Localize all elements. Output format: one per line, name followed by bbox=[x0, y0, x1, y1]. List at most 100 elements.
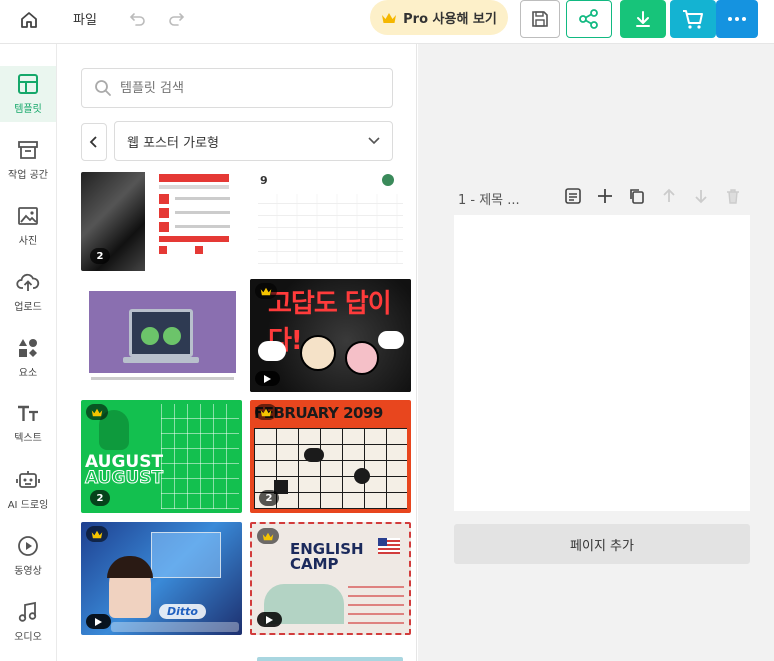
sidebar-item-audio[interactable]: 오디오 bbox=[0, 594, 56, 650]
video-badge bbox=[257, 612, 282, 627]
duplicate-page-button[interactable] bbox=[628, 187, 646, 209]
crown-icon bbox=[382, 12, 397, 23]
arrow-up-icon bbox=[663, 188, 675, 202]
template-headline: ENGLISH CAMP bbox=[290, 540, 364, 573]
template-search[interactable] bbox=[81, 68, 393, 108]
video-badge bbox=[86, 614, 111, 629]
redo-button[interactable] bbox=[166, 8, 186, 32]
share-icon bbox=[579, 9, 598, 29]
side-navigation: 템플릿 작업 공간 사진 업로드 요소 텍스트 AI 드로잉 동영상 오디오 bbox=[0, 44, 57, 661]
sidebar-item-label: 텍스트 bbox=[14, 433, 42, 444]
template-window bbox=[151, 532, 221, 578]
page-note-button[interactable] bbox=[564, 187, 582, 209]
add-page-icon-button[interactable] bbox=[596, 187, 614, 209]
music-note-icon bbox=[18, 601, 37, 622]
try-pro-label: Pro 사용해 보기 bbox=[403, 12, 497, 27]
download-icon bbox=[636, 11, 650, 27]
sidebar-item-workspace[interactable]: 작업 공간 bbox=[0, 132, 56, 188]
template-card[interactable]: AUGUST AUGUST 2 bbox=[81, 400, 242, 513]
move-page-up-button[interactable] bbox=[660, 187, 678, 209]
archive-icon bbox=[18, 141, 38, 159]
more-options-button[interactable] bbox=[716, 0, 758, 38]
sidebar-item-label: 요소 bbox=[18, 368, 38, 379]
template-headline: Ditto bbox=[159, 604, 206, 619]
sidebar-item-video[interactable]: 동영상 bbox=[0, 528, 56, 584]
template-card[interactable]: ENGLISH CAMP bbox=[250, 522, 411, 635]
cart-button[interactable] bbox=[670, 0, 716, 38]
crown-icon bbox=[260, 408, 272, 416]
download-button[interactable] bbox=[620, 0, 666, 38]
home-button[interactable] bbox=[16, 7, 42, 33]
undo-icon bbox=[129, 13, 145, 26]
home-icon bbox=[21, 12, 37, 28]
move-page-down-button[interactable] bbox=[692, 187, 710, 209]
sidebar-item-upload[interactable]: 업로드 bbox=[0, 264, 56, 320]
video-badge bbox=[255, 371, 280, 386]
sidebar-item-label: 오디오 bbox=[14, 632, 42, 643]
arrow-down-icon bbox=[695, 190, 707, 204]
save-button[interactable] bbox=[520, 0, 560, 38]
try-pro-button[interactable]: Pro 사용해 보기 bbox=[370, 0, 508, 35]
sidebar-item-label: 업로드 bbox=[14, 302, 42, 313]
template-price-list bbox=[145, 172, 242, 271]
template-card[interactable]: 고답도 답이다! bbox=[250, 279, 411, 392]
crown-icon bbox=[91, 408, 103, 416]
crown-icon bbox=[260, 287, 272, 295]
redo-icon bbox=[169, 13, 185, 26]
chevron-down-icon bbox=[368, 137, 380, 145]
add-page-button[interactable]: 페이지 추가 bbox=[454, 524, 750, 564]
template-plant-image bbox=[382, 174, 394, 186]
upload-cloud-icon bbox=[16, 273, 40, 291]
premium-badge bbox=[86, 404, 108, 420]
plus-icon bbox=[598, 189, 612, 203]
delete-page-button[interactable] bbox=[724, 187, 742, 209]
template-icon bbox=[18, 74, 38, 94]
template-panel: 웹 포스터 가로형 2 9 bbox=[57, 44, 417, 661]
template-card[interactable] bbox=[81, 656, 242, 661]
sidebar-item-text[interactable]: 텍스트 bbox=[0, 396, 56, 452]
copy-icon bbox=[630, 189, 644, 204]
play-icon bbox=[264, 374, 271, 383]
sidebar-item-label: 사진 bbox=[18, 236, 38, 247]
template-card[interactable]: 9 bbox=[250, 172, 411, 271]
file-menu[interactable]: 파일 bbox=[73, 9, 97, 28]
sidebar-item-ai-drawing[interactable]: AI 드로잉 bbox=[0, 462, 56, 518]
robot-icon bbox=[16, 471, 40, 488]
play-icon bbox=[266, 615, 273, 624]
page-count-badge: 2 bbox=[259, 490, 279, 506]
sidebar-item-elements[interactable]: 요소 bbox=[0, 330, 56, 386]
image-icon bbox=[18, 207, 38, 225]
sidebar-item-label: AI 드로잉 bbox=[7, 500, 49, 511]
category-dropdown[interactable]: 웹 포스터 가로형 bbox=[114, 121, 393, 161]
note-icon bbox=[565, 188, 581, 204]
template-card[interactable] bbox=[81, 281, 242, 387]
sidebar-item-label: 템플릿 bbox=[14, 104, 42, 115]
sidebar-item-templates[interactable]: 템플릿 bbox=[0, 66, 56, 122]
template-card[interactable] bbox=[257, 657, 403, 661]
back-button[interactable] bbox=[81, 123, 107, 161]
chevron-left-icon bbox=[89, 136, 97, 148]
share-button[interactable] bbox=[566, 0, 612, 38]
undo-button[interactable] bbox=[128, 8, 148, 32]
design-page[interactable] bbox=[454, 215, 750, 511]
template-card[interactable]: 2 bbox=[81, 172, 242, 271]
template-calendar-grid bbox=[161, 404, 239, 509]
premium-badge bbox=[255, 404, 277, 420]
sidebar-item-label: 작업 공간 bbox=[8, 170, 48, 181]
premium-badge bbox=[255, 283, 277, 299]
template-calendar-grid bbox=[258, 194, 403, 264]
template-headline-outline: AUGUST bbox=[84, 468, 164, 488]
page-title[interactable]: 1 - 제목 ... bbox=[458, 189, 520, 208]
template-card[interactable]: FEBRUARY 2099 2 bbox=[250, 400, 411, 513]
elements-icon bbox=[19, 339, 37, 357]
search-icon bbox=[95, 80, 111, 96]
save-icon bbox=[532, 11, 548, 27]
sidebar-item-photos[interactable]: 사진 bbox=[0, 198, 56, 254]
page-count-badge: 2 bbox=[90, 490, 110, 506]
premium-badge bbox=[257, 528, 279, 544]
page-count-badge: 2 bbox=[90, 248, 110, 264]
play-circle-icon bbox=[18, 536, 38, 556]
template-card[interactable]: Ditto bbox=[81, 522, 242, 635]
search-input[interactable] bbox=[120, 80, 370, 96]
template-mini-label: 9 bbox=[260, 174, 268, 187]
